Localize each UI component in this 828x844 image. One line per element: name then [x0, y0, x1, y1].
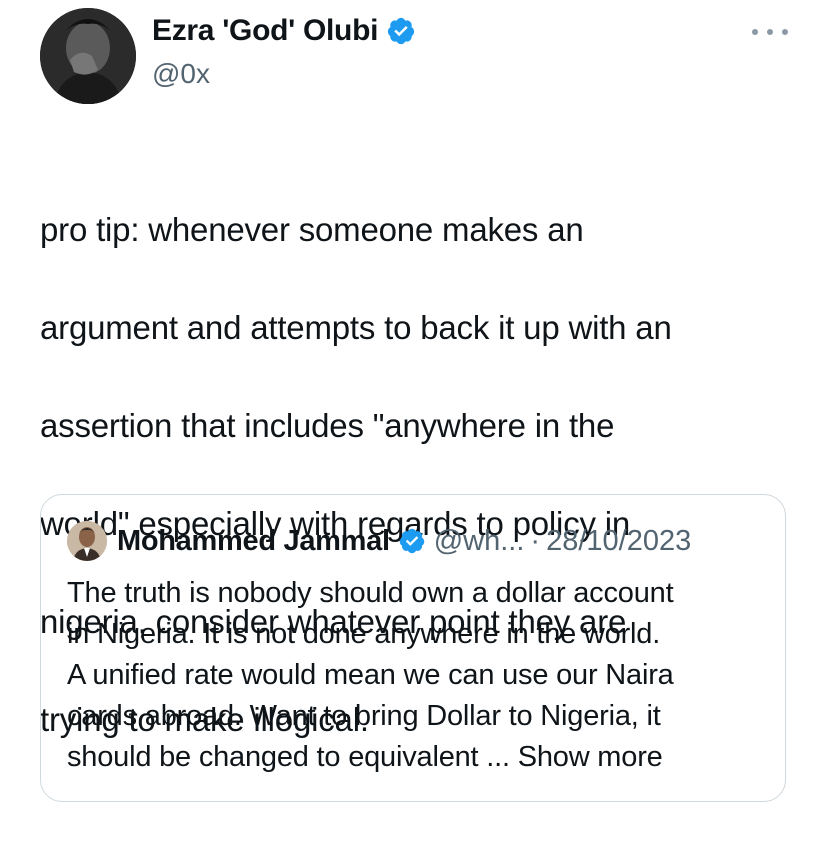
quoted-line: in Nigeria. It is not done anywhere in t…: [67, 618, 661, 650]
dot: [782, 29, 788, 35]
quoted-tweet[interactable]: Mohammed Jammal @wh... · 28/10/2023 The …: [40, 494, 786, 802]
author-avatar[interactable]: [40, 8, 136, 104]
quoted-author-avatar[interactable]: [67, 521, 107, 561]
verified-badge-icon: [388, 17, 415, 45]
quoted-line-text: should be changed to equivalent ...: [67, 741, 510, 773]
show-more-link[interactable]: Show more: [518, 741, 663, 773]
tweet-line: argument and attempts to back it up with…: [40, 309, 672, 346]
quoted-author-handle[interactable]: @wh...: [434, 525, 525, 558]
author-name[interactable]: Ezra 'God' Olubi: [152, 14, 378, 48]
author-name-row: Ezra 'God' Olubi: [152, 14, 416, 48]
tweet[interactable]: Ezra 'God' Olubi @0x pro tip: whenever s…: [0, 0, 828, 844]
quoted-author-name[interactable]: Mohammed Jammal: [117, 525, 390, 558]
more-options-icon[interactable]: [752, 20, 788, 44]
tweet-line: assertion that includes "anywhere in the: [40, 407, 615, 444]
dot: [752, 29, 758, 35]
tweet-line: pro tip: whenever someone makes an: [40, 211, 584, 248]
quoted-line: should be changed to equivalent ... Show…: [67, 737, 767, 778]
dot: [767, 29, 773, 35]
quoted-line: A unified rate would mean we can use our…: [67, 659, 674, 691]
quoted-tweet-header: Mohammed Jammal @wh... · 28/10/2023: [67, 521, 691, 561]
quoted-line: cards abroad. Want to bring Dollar to Ni…: [67, 700, 661, 732]
author-handle[interactable]: @0x: [152, 58, 210, 90]
quoted-tweet-date[interactable]: 28/10/2023: [546, 525, 691, 558]
quoted-line: The truth is nobody should own a dollar …: [67, 577, 674, 609]
separator-dot: ·: [530, 524, 541, 557]
verified-badge-icon: [399, 528, 424, 554]
quoted-tweet-text: The truth is nobody should own a dollar …: [67, 573, 767, 778]
